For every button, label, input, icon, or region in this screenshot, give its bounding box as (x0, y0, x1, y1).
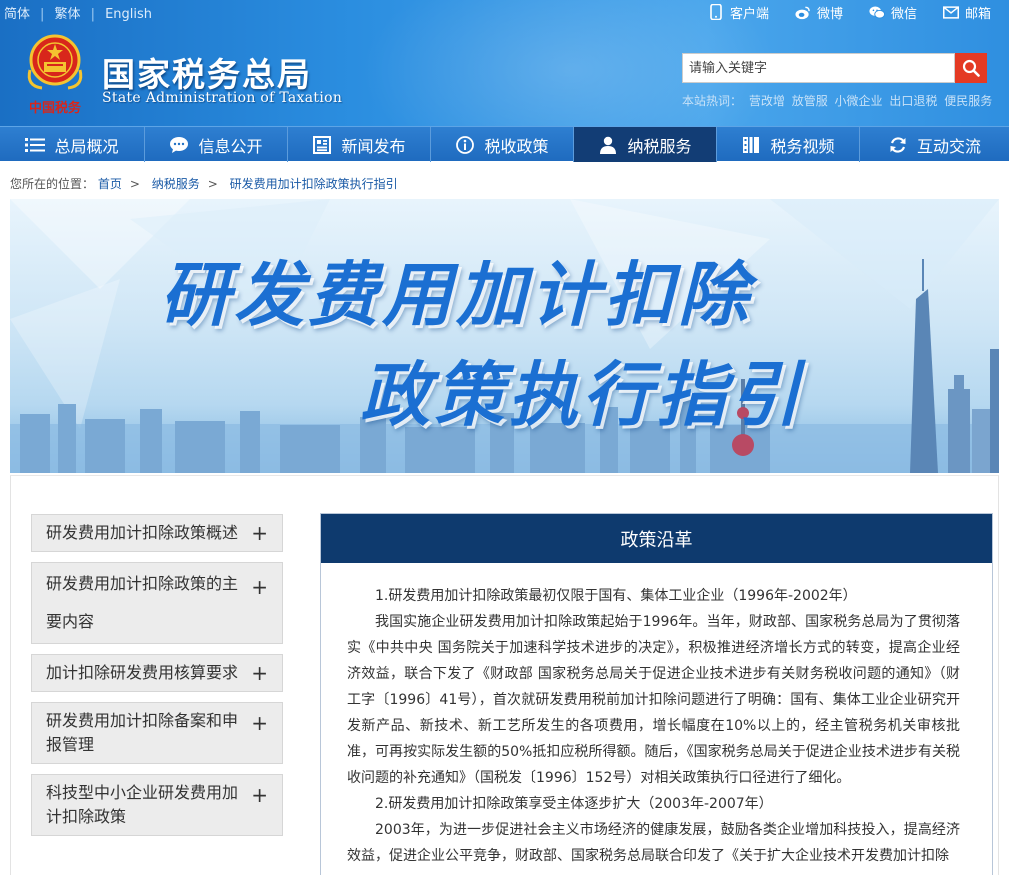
breadcrumb-prefix: 您所在的位置： (10, 177, 95, 191)
nav-item-video[interactable]: 税务视频 (717, 127, 860, 162)
plus-icon[interactable]: + (251, 523, 268, 543)
hot-word[interactable]: 营改增 (749, 94, 785, 108)
search-icon (962, 59, 980, 77)
breadcrumb-current[interactable]: 研发费用加计扣除政策执行指引 (230, 177, 398, 191)
top-link-client-label: 客户端 (729, 6, 769, 22)
paragraph: 1.研发费用加计扣除政策最初仅限于国有、集体工业企业（1996年-2002年） (375, 588, 857, 604)
sidebar-item-main-content[interactable]: 研发费用加计扣除政策的主要内容 + (31, 562, 283, 644)
search-box (682, 53, 987, 83)
sidebar-item-overview[interactable]: 研发费用加计扣除政策概述 + (31, 514, 283, 552)
emblem-text: 中国税务 (29, 100, 82, 116)
nav-label: 信息公开 (198, 136, 263, 156)
panel-title: 政策沿革 (321, 514, 992, 563)
sidebar-item-label: 加计扣除研发费用核算要求 (46, 663, 239, 682)
sidebar: 研发费用加计扣除政策概述 + 研发费用加计扣除政策的主要内容 + 加计扣除研发费… (31, 514, 283, 846)
top-links: 客户端 微博 微信 邮箱 (708, 0, 1009, 24)
plus-icon[interactable]: + (251, 713, 268, 733)
nav-item-interaction[interactable]: 互动交流 (860, 127, 1009, 162)
paragraph: 2.研发费用加计扣除政策享受主体逐步扩大（2003年-2007年） (375, 796, 773, 812)
policy-history-panel: 政策沿革 1.研发费用加计扣除政策最初仅限于国有、集体工业企业（1996年-20… (320, 513, 993, 875)
lang-english[interactable]: English (105, 7, 152, 22)
weibo-icon (795, 4, 811, 20)
site-header: 简体 | 繁体 | English 客户端 微博 微信 邮箱 中国税务 国家税务… (0, 0, 1009, 126)
site-title-cn: 国家税务总局 (102, 55, 312, 94)
top-link-weibo[interactable]: 微博 (795, 3, 843, 22)
national-emblem-logo[interactable]: 中国税务 (22, 30, 88, 120)
mobile-icon (708, 4, 724, 20)
main-nav: 总局概况 信息公开 新闻发布 税收政策 纳税服务 税务视频 互动交流 (0, 126, 1009, 162)
nav-item-overview[interactable]: 总局概况 (0, 127, 145, 162)
plus-icon[interactable]: + (251, 577, 268, 597)
nav-label: 互动交流 (916, 136, 981, 156)
nav-label: 税务视频 (770, 136, 835, 156)
page-banner: 研发费用加计扣除 政策执行指引 (10, 199, 999, 473)
search-button[interactable] (955, 53, 987, 83)
sidebar-item-label: 科技型中小企业研发费用加计扣除政策 (46, 783, 239, 826)
sidebar-item-sme[interactable]: 科技型中小企业研发费用加计扣除政策 + (31, 774, 283, 836)
nav-label: 新闻发布 (341, 136, 406, 156)
top-link-weibo-label: 微博 (816, 6, 843, 22)
nav-item-taxpayer-service[interactable]: 纳税服务 (574, 127, 717, 162)
plus-icon[interactable]: + (251, 785, 268, 805)
sidebar-item-label: 研发费用加计扣除政策概述 (46, 523, 239, 542)
top-link-mail[interactable]: 邮箱 (942, 3, 991, 22)
top-link-mail-label: 邮箱 (964, 6, 991, 22)
search-input[interactable] (682, 53, 955, 83)
nav-item-policy[interactable]: 税收政策 (431, 127, 574, 162)
breadcrumb: 您所在的位置： 首页 > 纳税服务 > 研发费用加计扣除政策执行指引 (10, 177, 398, 191)
nav-label: 纳税服务 (627, 136, 692, 156)
info-icon (455, 135, 475, 155)
site-title-en: State Administration of Taxation (102, 90, 343, 106)
banner-title-line1: 研发费用加计扣除 (160, 254, 752, 336)
refresh-icon (888, 135, 908, 155)
hot-word[interactable]: 放管服 (792, 94, 828, 108)
hot-words-label: 本站热词： (682, 94, 743, 108)
menu-icon (25, 135, 46, 155)
panel-body: 1.研发费用加计扣除政策最初仅限于国有、集体工业企业（1996年-2002年） … (321, 563, 992, 869)
sidebar-item-filing[interactable]: 研发费用加计扣除备案和申报管理 + (31, 702, 283, 764)
chat-icon (169, 135, 189, 155)
nav-label: 税收政策 (484, 136, 549, 156)
plus-icon[interactable]: + (251, 663, 268, 683)
news-icon (312, 135, 332, 155)
person-icon (598, 135, 618, 155)
hot-words: 本站热词： 营改增 放管服 小微企业 出口退税 便民服务 (682, 92, 995, 109)
sidebar-item-accounting[interactable]: 加计扣除研发费用核算要求 + (31, 654, 283, 692)
hot-word[interactable]: 出口退税 (889, 94, 937, 108)
sidebar-item-label: 研发费用加计扣除备案和申报管理 (46, 711, 239, 754)
banner-title-line2: 政策执行指引 (360, 354, 804, 436)
mail-icon (942, 4, 959, 20)
video-icon (741, 135, 761, 155)
top-link-client[interactable]: 客户端 (708, 3, 769, 22)
wechat-icon (869, 4, 885, 20)
hot-word[interactable]: 小微企业 (835, 94, 883, 108)
sidebar-item-label: 研发费用加计扣除政策的主要内容 (46, 574, 239, 631)
nav-item-news[interactable]: 新闻发布 (288, 127, 431, 162)
lang-simplified[interactable]: 简体 (4, 7, 30, 22)
main-content: 研发费用加计扣除政策概述 + 研发费用加计扣除政策的主要内容 + 加计扣除研发费… (10, 475, 999, 875)
language-switcher: 简体 | 繁体 | English (4, 7, 153, 22)
top-link-wechat-label: 微信 (890, 6, 917, 22)
lang-traditional[interactable]: 繁体 (55, 7, 81, 22)
hot-word[interactable]: 便民服务 (944, 94, 992, 108)
paragraph: 2003年，为进一步促进社会主义市场经济的健康发展，鼓励各类企业增加科技投入，提… (347, 822, 960, 864)
paragraph: 我国实施企业研发费用加计扣除政策起始于1996年。当年，财政部、国家税务总局为了… (347, 614, 960, 786)
top-link-wechat[interactable]: 微信 (869, 3, 917, 22)
breadcrumb-home[interactable]: 首页 (98, 177, 122, 191)
nav-item-info[interactable]: 信息公开 (145, 127, 288, 162)
breadcrumb-taxpayer-service[interactable]: 纳税服务 (152, 177, 200, 191)
nav-label: 总局概况 (54, 136, 119, 156)
